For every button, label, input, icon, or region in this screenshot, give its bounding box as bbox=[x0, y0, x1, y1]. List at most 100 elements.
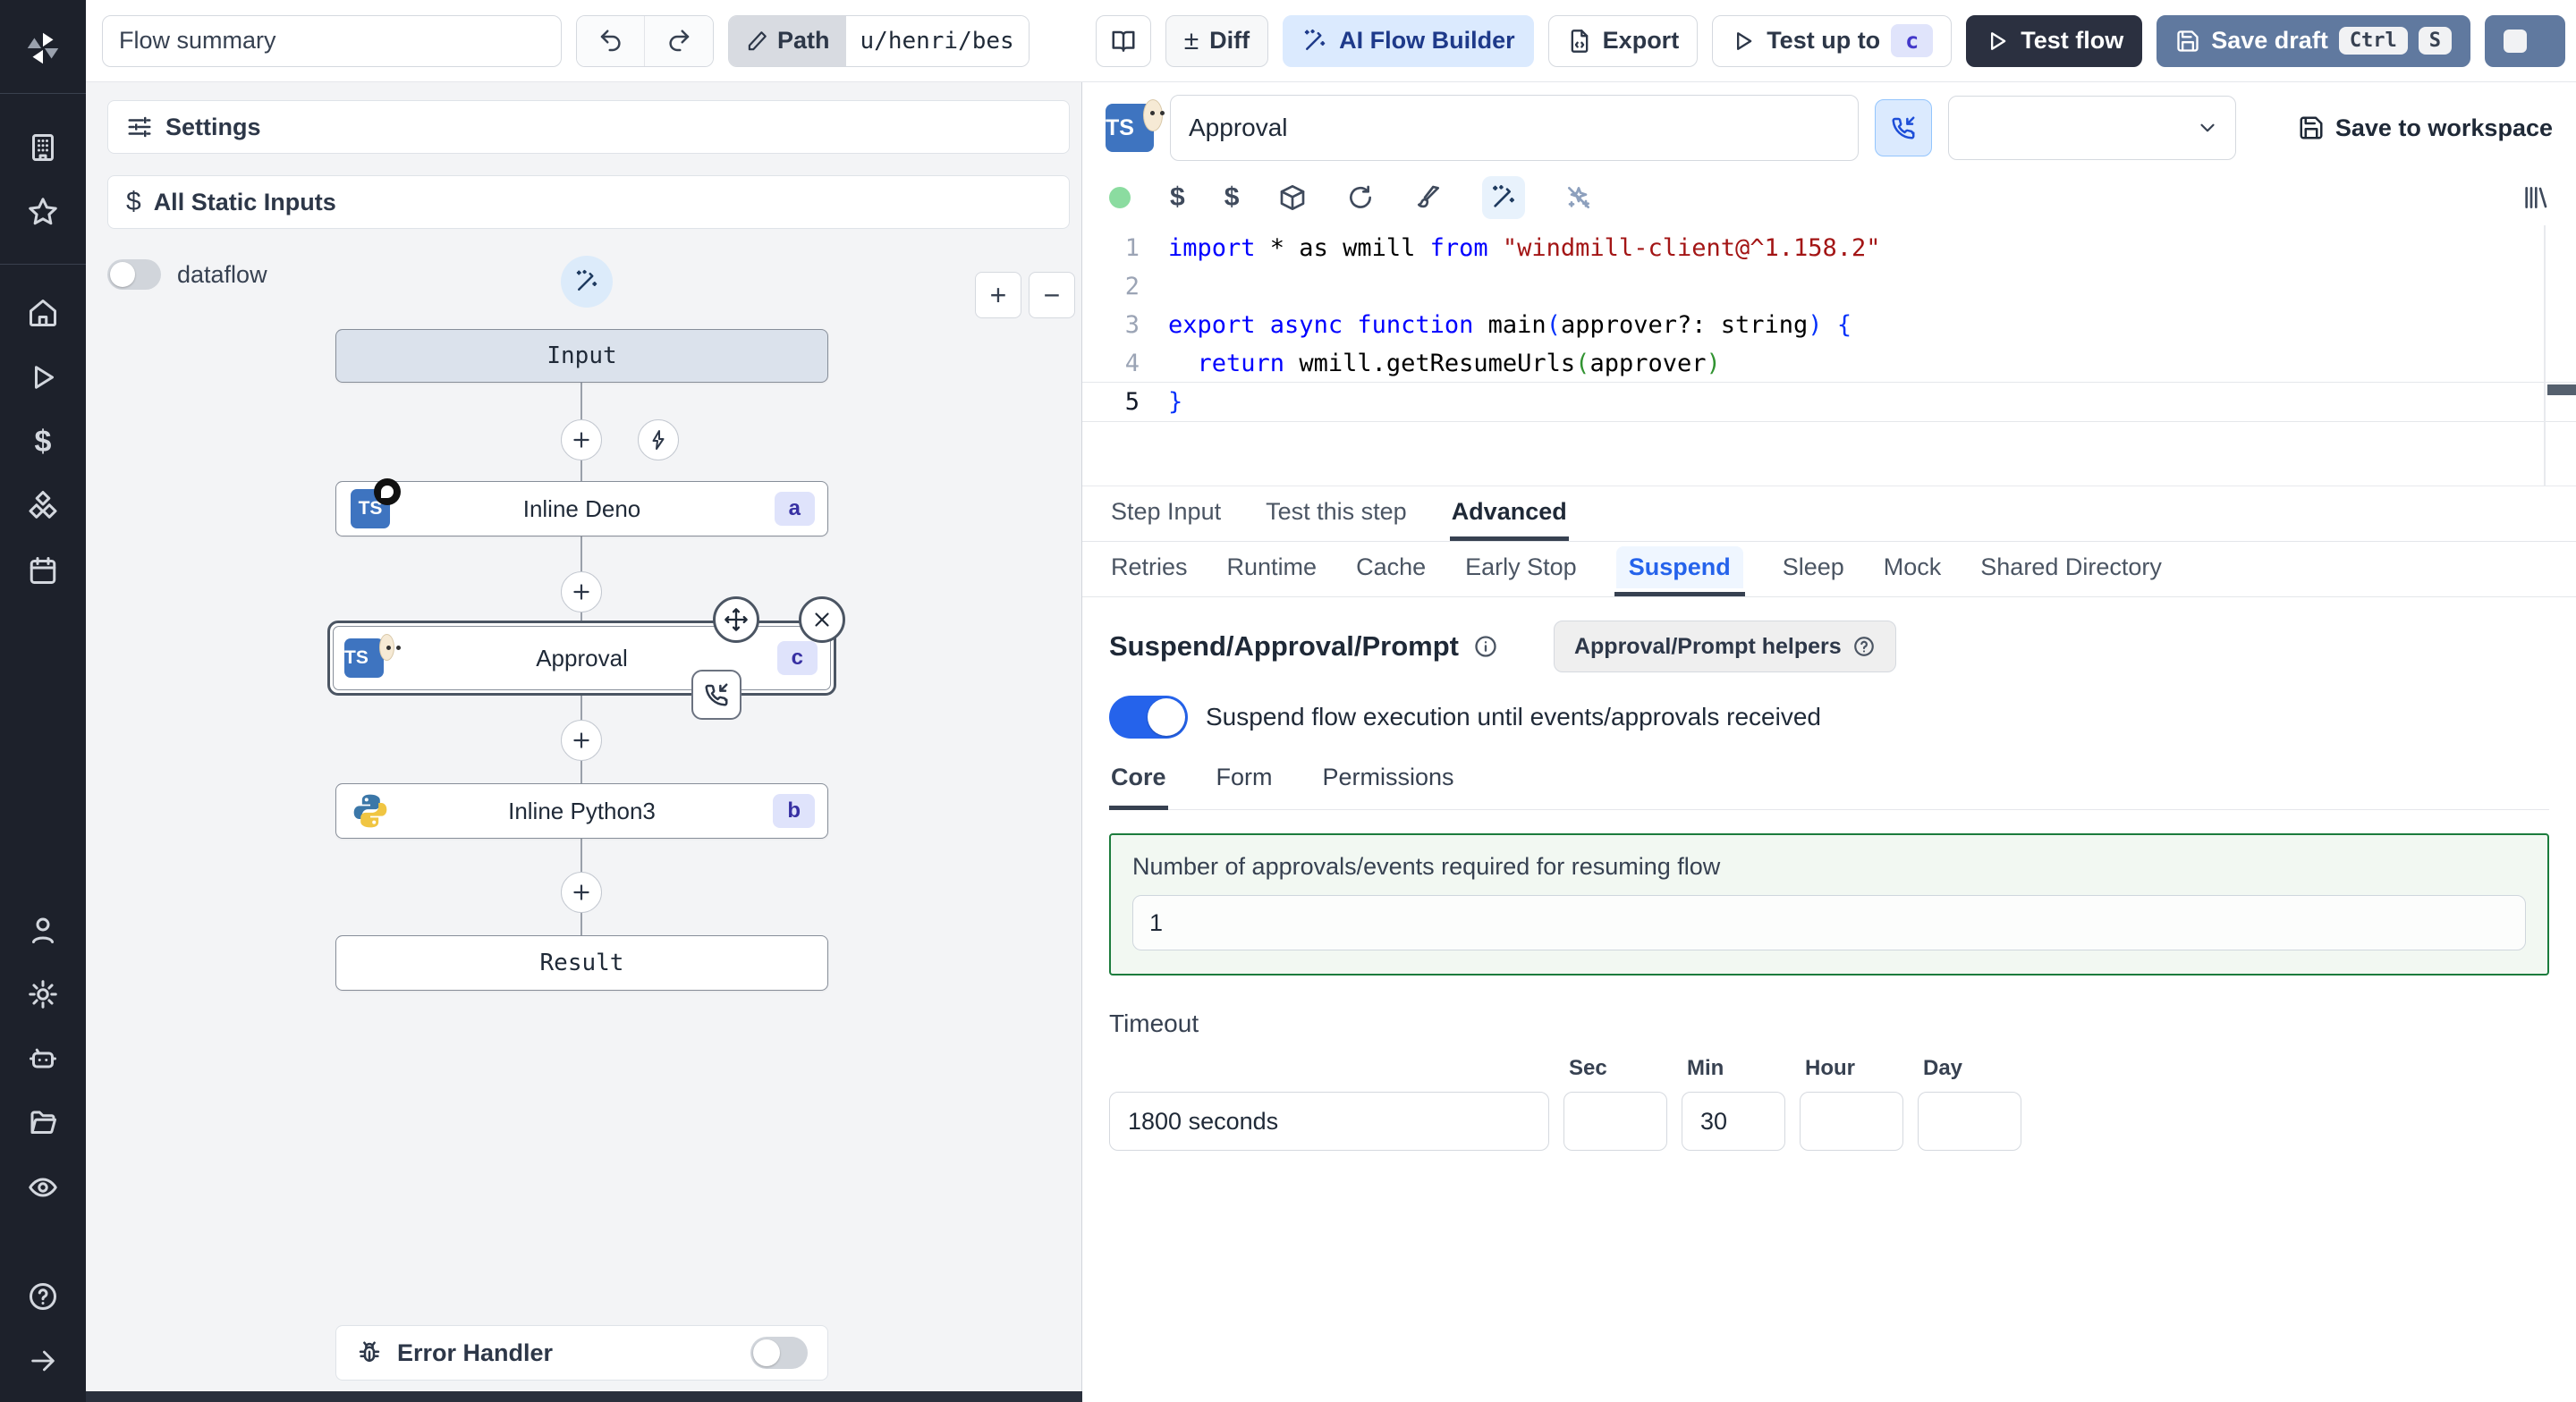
step-node-python[interactable]: Inline Python3 b bbox=[335, 783, 828, 839]
save-to-workspace-button[interactable]: Save to workspace bbox=[2298, 114, 2553, 142]
timeout-sec-input[interactable] bbox=[1563, 1092, 1667, 1151]
docs-button[interactable] bbox=[1095, 14, 1151, 67]
step-node-deno[interactable]: TS Inline Deno a bbox=[335, 478, 828, 536]
sidebar-item-resources[interactable] bbox=[0, 474, 86, 538]
plus-icon bbox=[573, 884, 589, 900]
approval-prompt-helpers-button[interactable]: Approval/Prompt helpers bbox=[1553, 621, 1896, 672]
save-draft-button[interactable]: Save draft Ctrl S bbox=[2157, 14, 2471, 67]
export-button[interactable]: Export bbox=[1547, 14, 1699, 67]
subtab-runtime[interactable]: Runtime bbox=[1225, 542, 1319, 596]
tab-advanced[interactable]: Advanced bbox=[1449, 486, 1569, 541]
sidebar-item-favorites[interactable] bbox=[0, 180, 86, 244]
step-node-approval-selected[interactable]: TS Approval c bbox=[327, 596, 845, 720]
timeout-min-input[interactable] bbox=[1682, 1092, 1785, 1151]
sidebar-item-help[interactable] bbox=[0, 1264, 86, 1329]
sidebar-item-users[interactable] bbox=[0, 898, 86, 962]
step-id-badge: a bbox=[774, 492, 815, 526]
test-up-to-button[interactable]: Test up to c bbox=[1712, 14, 1953, 67]
result-node[interactable]: Result bbox=[335, 935, 828, 991]
library-button[interactable] bbox=[2521, 183, 2549, 212]
sidebar-item-schedules[interactable] bbox=[0, 538, 86, 603]
timeout-hour-input[interactable] bbox=[1800, 1092, 1903, 1151]
sidebar-item-variables[interactable]: $ bbox=[0, 410, 86, 474]
sidebar-item-audit[interactable] bbox=[0, 1155, 86, 1220]
sidebar-item-settings[interactable] bbox=[0, 962, 86, 1026]
subtab-sleep[interactable]: Sleep bbox=[1781, 542, 1846, 596]
ai-flow-builder-button[interactable]: AI Flow Builder bbox=[1283, 14, 1534, 67]
sidebar-item-home[interactable] bbox=[0, 281, 86, 345]
subtab-shared-directory[interactable]: Shared Directory bbox=[1979, 542, 2164, 596]
code-editor[interactable]: 1 import * as wmill from "windmill-client… bbox=[1082, 225, 2576, 486]
resources-button[interactable]: $ bbox=[1224, 182, 1240, 213]
error-handler-label: Error Handler bbox=[397, 1339, 554, 1366]
code-line[interactable]: 4 return wmill.getResumeUrls(approver) bbox=[1082, 344, 2576, 383]
add-trigger-button[interactable] bbox=[638, 419, 679, 460]
sidebar-collapse[interactable] bbox=[0, 1329, 86, 1393]
subtab-early-stop[interactable]: Early Stop bbox=[1463, 542, 1579, 596]
package-button[interactable] bbox=[1278, 183, 1307, 212]
add-step-button[interactable] bbox=[561, 571, 602, 612]
tab-form[interactable]: Form bbox=[1215, 764, 1275, 810]
input-node[interactable]: Input bbox=[335, 329, 828, 383]
add-step-button[interactable] bbox=[561, 872, 602, 913]
tab-permissions[interactable]: Permissions bbox=[1321, 764, 1456, 810]
workspace-script-select[interactable] bbox=[1948, 96, 2236, 160]
path-button[interactable]: Path u/henri/bes bbox=[728, 14, 1030, 67]
ai-step-wand-button[interactable] bbox=[561, 256, 613, 308]
move-step-button[interactable] bbox=[713, 596, 759, 643]
tab-core[interactable]: Core bbox=[1109, 764, 1168, 810]
timeout-day-input[interactable] bbox=[1918, 1092, 2021, 1151]
zoom-in-button[interactable]: + bbox=[975, 272, 1021, 318]
variables-button[interactable]: $ bbox=[1170, 182, 1185, 213]
windmill-logo-icon[interactable] bbox=[0, 20, 86, 77]
sidebar-item-workers[interactable] bbox=[0, 1026, 86, 1091]
deploy-button-partial[interactable] bbox=[2485, 14, 2566, 67]
kbd-ctrl: Ctrl bbox=[2338, 27, 2408, 55]
ai-disabled-button[interactable] bbox=[1564, 183, 1593, 212]
help-icon bbox=[1853, 637, 1874, 656]
ai-wand-button[interactable] bbox=[1482, 176, 1526, 219]
tab-test-this-step[interactable]: Test this step bbox=[1264, 486, 1409, 541]
sidebar-item-runs[interactable] bbox=[0, 345, 86, 410]
day-label: Day bbox=[1923, 1056, 1963, 1080]
all-static-inputs-button[interactable]: $ All Static Inputs bbox=[107, 175, 1070, 229]
reload-button[interactable] bbox=[1346, 183, 1375, 212]
zoom-out-button[interactable]: − bbox=[1029, 272, 1075, 318]
error-handler-row[interactable]: Error Handler bbox=[335, 1325, 828, 1381]
suspend-toggle[interactable] bbox=[1109, 696, 1188, 739]
rail-divider bbox=[0, 93, 86, 94]
flow-summary-input[interactable] bbox=[102, 14, 562, 67]
approvals-required-input[interactable] bbox=[1132, 895, 2526, 950]
step-name-input[interactable] bbox=[1170, 95, 1859, 161]
editor-scrollbar[interactable] bbox=[2547, 384, 2576, 395]
subtab-mock[interactable]: Mock bbox=[1882, 542, 1944, 596]
horizontal-scrollbar[interactable] bbox=[86, 1391, 1082, 1402]
sidebar-item-folders[interactable] bbox=[0, 1091, 86, 1155]
status-dot-icon bbox=[1109, 187, 1131, 208]
timeout-total-input[interactable] bbox=[1109, 1092, 1549, 1151]
format-button[interactable] bbox=[1414, 183, 1443, 212]
dataflow-toggle[interactable] bbox=[107, 259, 161, 290]
bun-icon bbox=[378, 634, 394, 661]
gear-icon bbox=[29, 980, 57, 1009]
subtab-suspend[interactable]: Suspend bbox=[1614, 542, 1745, 596]
code-line[interactable]: 1 import * as wmill from "windmill-client… bbox=[1082, 229, 2576, 267]
redo-button[interactable] bbox=[645, 15, 713, 66]
undo-button[interactable] bbox=[577, 15, 645, 66]
test-flow-button[interactable]: Test flow bbox=[1966, 14, 2143, 67]
code-line[interactable]: 5} bbox=[1082, 383, 2576, 421]
subtab-cache[interactable]: Cache bbox=[1354, 542, 1428, 596]
error-handler-toggle[interactable] bbox=[750, 1337, 808, 1369]
code-line[interactable]: 3 export async function main(approver?: s… bbox=[1082, 306, 2576, 344]
sidebar-item-workspace[interactable] bbox=[0, 115, 86, 180]
add-step-button[interactable] bbox=[561, 419, 602, 460]
flow-settings-button[interactable]: Settings bbox=[107, 100, 1070, 154]
diff-button[interactable]: ± Diff bbox=[1165, 14, 1269, 67]
code-line[interactable]: 2 bbox=[1082, 267, 2576, 306]
suspend-phone-badge[interactable] bbox=[691, 670, 741, 720]
subtab-retries[interactable]: Retries bbox=[1109, 542, 1190, 596]
suspend-phone-button[interactable] bbox=[1875, 99, 1932, 156]
add-step-button[interactable] bbox=[561, 720, 602, 761]
tab-step-input[interactable]: Step Input bbox=[1109, 486, 1223, 541]
delete-step-button[interactable] bbox=[799, 596, 845, 643]
